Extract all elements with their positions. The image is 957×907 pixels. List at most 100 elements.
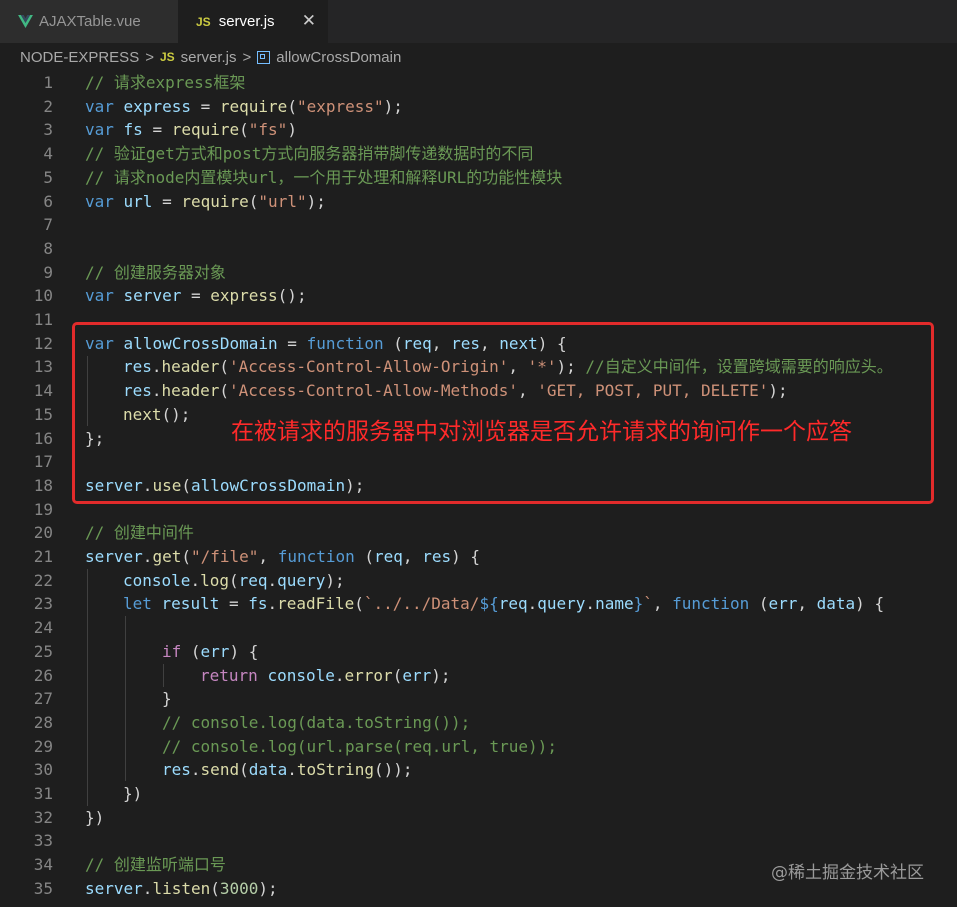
- punctuation: (: [228, 570, 239, 590]
- string: `../../Data/: [363, 594, 480, 614]
- identifier: err: [402, 665, 432, 685]
- vue-icon: [18, 15, 33, 28]
- line-number: 7: [0, 213, 957, 237]
- code-line: server.get("/file", function (req, res) …: [0, 545, 957, 569]
- identifier: req: [238, 570, 268, 590]
- keyword: let: [123, 594, 152, 614]
- comment: // console.log(data.toString());: [162, 712, 471, 732]
- punctuation: .: [142, 547, 153, 566]
- punctuation: ,: [797, 594, 817, 614]
- punctuation: );: [431, 665, 451, 685]
- identifier: fs: [248, 594, 268, 614]
- punctuation: );: [383, 96, 403, 116]
- code-line: // console.log(data.toString());: [0, 711, 957, 735]
- tab-ajaxtable-vue[interactable]: AJAXTable.vue: [0, 0, 178, 43]
- punctuation: ) {: [451, 547, 480, 566]
- breadcrumb-symbol[interactable]: allowCrossDomain: [276, 49, 401, 66]
- function-name: toString: [296, 760, 374, 780]
- keyword: var: [85, 120, 114, 140]
- string: "fs": [248, 120, 288, 140]
- code-line: if (err) {: [0, 640, 957, 664]
- template-delimiter: }: [633, 594, 644, 614]
- punctuation: ,: [652, 594, 673, 614]
- comment: // 创建监听端口号: [85, 855, 226, 875]
- keyword: var: [85, 286, 114, 306]
- code-line: // console.log(url.parse(req.url, true))…: [0, 735, 957, 759]
- punctuation: .: [585, 594, 596, 614]
- close-icon[interactable]: ✕: [302, 11, 316, 31]
- punctuation: ());: [373, 760, 413, 780]
- punctuation: (: [239, 120, 249, 140]
- punctuation: ,: [258, 547, 278, 566]
- annotation-text: 在被请求的服务器中对浏览器是否允许请求的询问作一个应答: [231, 419, 852, 445]
- string: "express": [296, 96, 384, 116]
- punctuation: .: [267, 594, 278, 614]
- identifier: query: [277, 570, 326, 590]
- code-line: // 请求node内置模块url，一个用于处理和解释URL的功能性模块: [0, 166, 957, 190]
- operator: =: [162, 191, 182, 211]
- parameter: req: [374, 547, 403, 566]
- punctuation: .: [267, 570, 278, 590]
- identifier: result: [151, 594, 229, 614]
- string: `: [643, 594, 653, 614]
- breadcrumb-file[interactable]: server.js: [181, 49, 237, 66]
- identifier: express: [113, 96, 201, 116]
- function-name: express: [210, 286, 278, 306]
- punctuation: .: [527, 594, 538, 614]
- line-number-text: 8: [43, 238, 53, 258]
- punctuation: .: [334, 665, 345, 685]
- punctuation: (: [392, 665, 403, 685]
- operator: =: [228, 594, 249, 614]
- code-line: let result = fs.readFile(`../../Data/${r…: [0, 592, 957, 616]
- keyword: function: [277, 547, 355, 566]
- punctuation: ) {: [855, 594, 885, 614]
- operator: =: [152, 120, 172, 140]
- punctuation: [258, 666, 268, 685]
- line-number: 24: [0, 616, 957, 640]
- identifier: console: [267, 665, 335, 685]
- comment: // 请求node内置模块url，一个用于处理和解释URL的功能性模块: [85, 167, 563, 187]
- keyword: return: [200, 665, 258, 685]
- tab-label: AJAXTable.vue: [39, 13, 141, 30]
- punctuation: (: [287, 96, 297, 116]
- comment: // console.log(url.parse(req.url, true))…: [162, 736, 557, 756]
- identifier: fs: [113, 120, 153, 140]
- function-name: readFile: [277, 594, 355, 614]
- punctuation: (: [749, 594, 769, 614]
- identifier: err: [200, 641, 230, 661]
- punctuation: ): [287, 120, 297, 140]
- function-name: require: [219, 96, 288, 116]
- function-name: error: [344, 665, 393, 685]
- punctuation: (: [248, 191, 259, 211]
- punctuation: .: [190, 760, 201, 780]
- identifier: res: [162, 760, 191, 780]
- line-number-text: 7: [43, 215, 53, 235]
- operator: =: [190, 286, 211, 306]
- identifier: req: [498, 594, 528, 614]
- code-line: }): [0, 782, 957, 806]
- string: "/file": [190, 547, 259, 566]
- code-line: }): [0, 806, 957, 830]
- punctuation: (: [354, 547, 375, 566]
- comment: // 请求express框架: [85, 73, 246, 92]
- punctuation: .: [287, 760, 297, 780]
- line-number-text: 19: [33, 499, 53, 519]
- keyword: if: [162, 641, 182, 661]
- punctuation: );: [325, 570, 345, 590]
- punctuation: .: [190, 570, 201, 590]
- string: "url": [258, 191, 307, 211]
- function-name: log: [200, 570, 229, 590]
- breadcrumb-folder[interactable]: NODE-EXPRESS: [20, 49, 139, 66]
- line-number: 8: [0, 237, 957, 261]
- punctuation: );: [306, 191, 326, 211]
- tab-bar: AJAXTable.vue JS server.js ✕: [0, 0, 957, 43]
- line-number-text: 17: [33, 452, 53, 472]
- function-name: send: [200, 760, 240, 780]
- tab-server-js[interactable]: JS server.js ✕: [178, 0, 328, 43]
- punctuation: }): [85, 807, 105, 827]
- code-line: // 验证get方式和post方式向服务器捎带脚传递数据时的不同: [0, 142, 957, 166]
- punctuation: (: [210, 878, 220, 898]
- punctuation: (: [181, 547, 191, 566]
- parameter: res: [422, 547, 452, 566]
- punctuation: }: [162, 689, 172, 709]
